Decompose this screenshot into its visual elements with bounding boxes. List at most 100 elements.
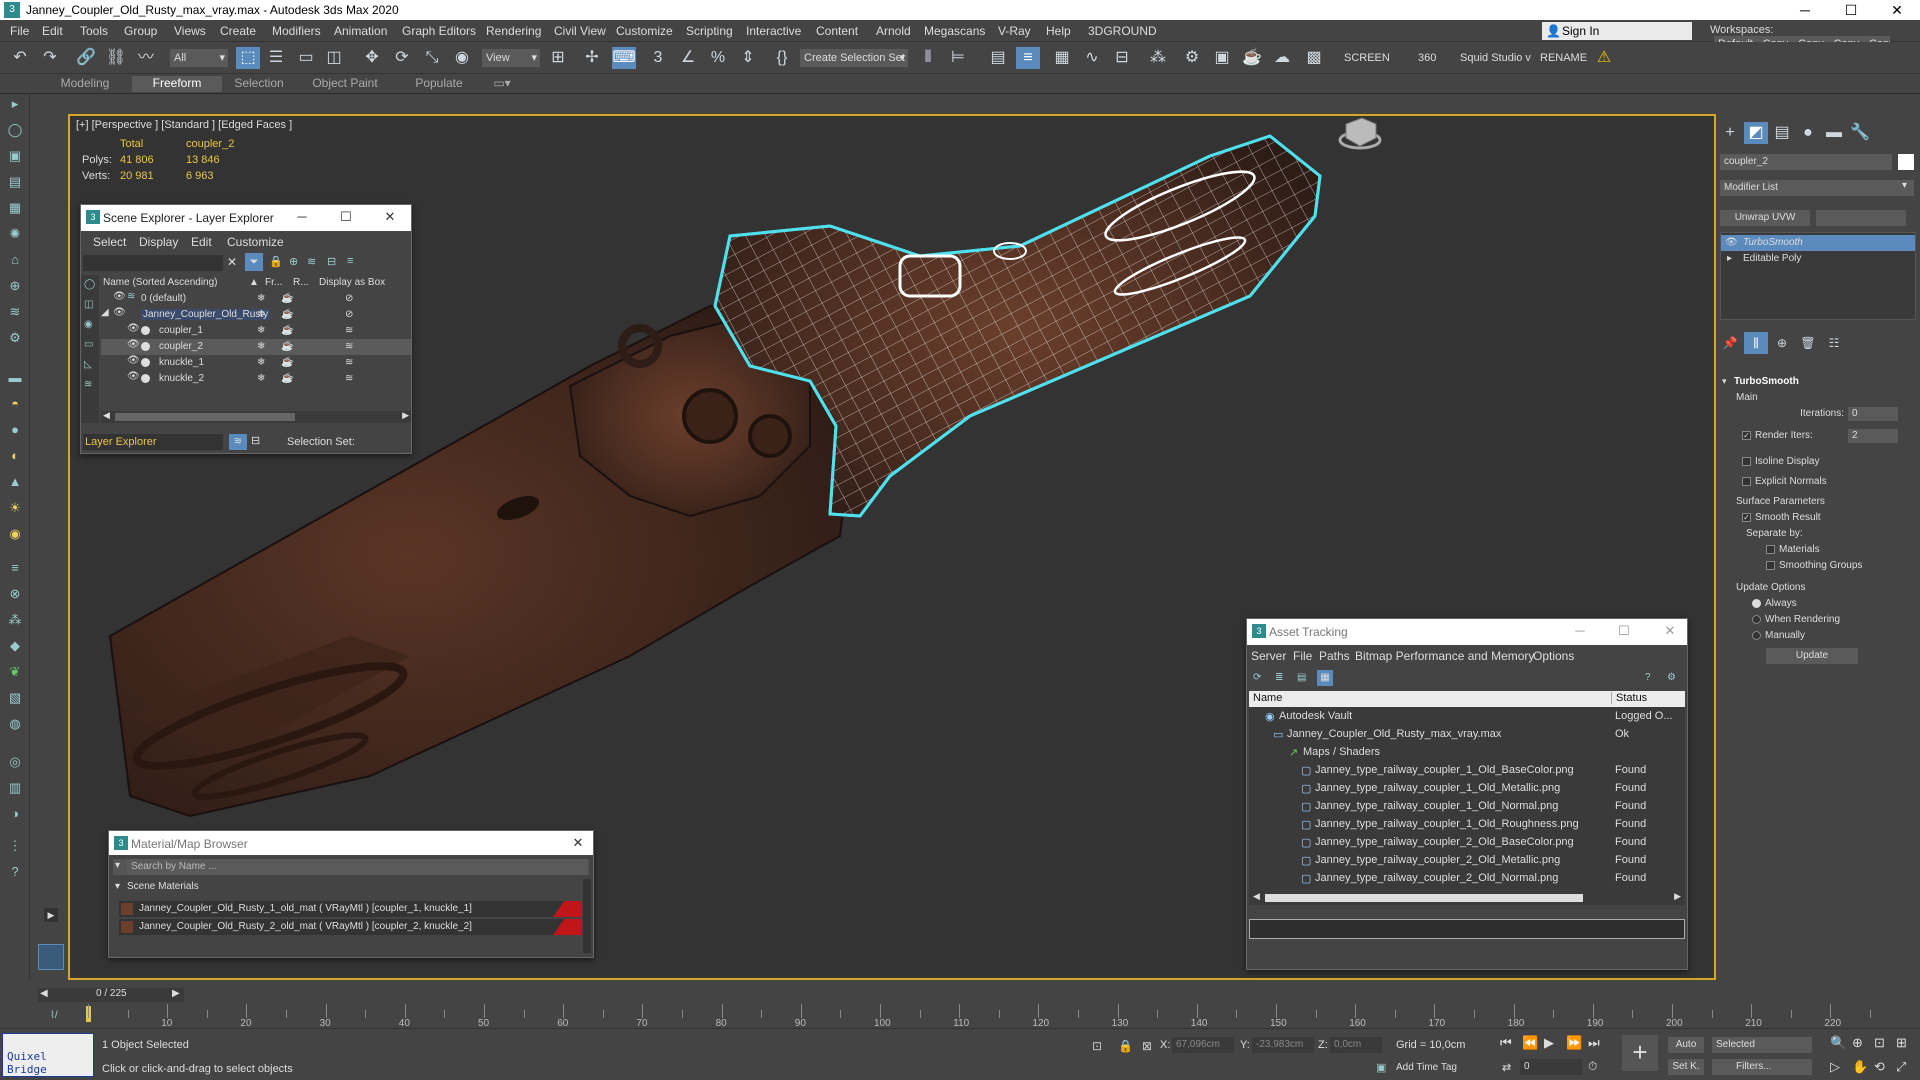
percent-snap-icon[interactable]: % <box>706 47 730 69</box>
freeze-icon[interactable]: ❄ <box>257 293 265 304</box>
turbosmooth-rollout[interactable]: TurboSmooth <box>1734 376 1799 387</box>
hierarchy-tab-icon[interactable]: ▤ <box>1770 122 1794 144</box>
camera-icon[interactable]: ⌂ <box>5 250 25 270</box>
play-icon[interactable]: ▶ <box>1544 1035 1554 1051</box>
mesh-icon[interactable]: ▧ <box>5 688 25 708</box>
rename-label[interactable]: RENAME <box>1540 52 1587 64</box>
menu-rendering[interactable]: Rendering <box>486 24 541 38</box>
render-teapot-icon[interactable]: ☕ <box>281 293 293 304</box>
material-item[interactable]: Janney_Coupler_Old_Rusty_1_old_mat ( VRa… <box>119 901 581 917</box>
layers-toggle-icon[interactable]: ≋ <box>229 434 247 450</box>
help-icon[interactable]: ? <box>5 862 25 882</box>
maximize-icon[interactable]: ☐ <box>337 209 355 225</box>
utilities-tab-icon[interactable]: 🔧 <box>1848 122 1872 144</box>
curve-editor-icon[interactable]: ∿ <box>1080 47 1104 69</box>
spacewarp-icon[interactable]: ≋ <box>5 302 25 322</box>
asset-row[interactable]: ▢ Janney_type_railway_coupler_1_Old_Metal… <box>1249 781 1685 797</box>
asset-row[interactable]: ▢ Janney_type_railway_coupler_2_Old_Norma… <box>1249 871 1685 887</box>
menu-group[interactable]: Group <box>124 24 157 38</box>
se-col-render[interactable]: R... <box>293 277 309 288</box>
select-by-name-icon[interactable]: ☰ <box>264 47 288 69</box>
key-mode-toggle-icon[interactable]: ⇄ <box>1502 1061 1511 1074</box>
tab-populate[interactable]: Populate <box>394 76 484 92</box>
motion-tab-icon[interactable]: ● <box>1796 122 1820 144</box>
scroll-left-icon[interactable]: ◀ <box>1253 891 1260 902</box>
at-col-name[interactable]: Name <box>1253 692 1282 704</box>
menu-interactive[interactable]: Interactive <box>746 24 801 38</box>
eye-icon[interactable]: 👁 <box>127 323 140 334</box>
grid-view-icon[interactable]: ▦ <box>1317 670 1333 686</box>
se-col-box[interactable]: Display as Box <box>319 277 385 288</box>
fov-icon[interactable]: ▷ <box>1830 1059 1840 1075</box>
asset-row[interactable]: ▢ Janney_type_railway_coupler_1_Old_Rough… <box>1249 817 1685 833</box>
current-frame-field[interactable]: 0 <box>1520 1059 1582 1075</box>
sun-icon[interactable]: ☀ <box>5 498 25 518</box>
at-menu-server[interactable]: Server <box>1251 649 1286 663</box>
selection-lock-icon[interactable]: 🔒 <box>1118 1039 1133 1053</box>
se-col-freeze[interactable]: Fr... <box>265 277 282 288</box>
angle-snap-icon[interactable]: ∠ <box>676 47 700 69</box>
eye-icon[interactable]: 👁 <box>127 339 140 350</box>
key-mode-icon[interactable]: ⌇/ <box>50 1010 58 1021</box>
proxy-icon[interactable]: ⊗ <box>5 584 25 604</box>
screen-label[interactable]: SCREEN <box>1344 52 1390 64</box>
menu-3dground[interactable]: 3DGROUND <box>1088 24 1157 38</box>
tab-freeform[interactable]: Freeform <box>132 76 222 92</box>
render-setup-icon[interactable]: ⚙ <box>1180 47 1204 69</box>
decal-icon[interactable]: ◆ <box>5 636 25 656</box>
hierarchy-toggle-icon[interactable]: ⊟ <box>251 434 260 447</box>
isoline-display-label[interactable]: Isoline Display <box>1742 456 1819 467</box>
app-icon[interactable]: 3 <box>4 2 20 18</box>
help-icon[interactable]: ? <box>1645 672 1651 683</box>
toggle-layer-explorer-icon[interactable]: ≡ <box>1016 47 1040 69</box>
zoom-extents-icon[interactable]: ⊡ <box>1874 1035 1885 1051</box>
modify-tab-icon[interactable]: ◩ <box>1744 122 1768 144</box>
x-coord-field[interactable]: 67,096cm <box>1172 1037 1234 1053</box>
scroll-left-icon[interactable]: ◀ <box>103 410 110 421</box>
toggle-scene-explorer-icon[interactable]: ▤ <box>986 47 1010 69</box>
material-browser-titlebar[interactable]: 3 Material/Map Browser ✕ <box>109 831 593 855</box>
smooth-result-checkbox[interactable]: ✓ <box>1742 512 1751 522</box>
geometry-filter-icon[interactable]: ◯ <box>84 279 95 290</box>
undo-icon[interactable]: ↶ <box>8 47 32 69</box>
new-layer-icon[interactable]: ⊕ <box>289 255 298 268</box>
update-button[interactable]: Update <box>1766 648 1858 664</box>
maximize-viewport-icon[interactable]: ⤢ <box>1896 1059 1906 1075</box>
object-name-input[interactable]: coupler_2 <box>1720 154 1892 170</box>
ambient-icon[interactable]: ◉ <box>5 524 25 544</box>
leaf-icon[interactable]: ❦ <box>5 662 25 682</box>
n360-label[interactable]: 360 <box>1418 52 1436 64</box>
modifier-list-dropdown[interactable]: Modifier List <box>1720 180 1914 196</box>
modifier-button-empty[interactable] <box>1816 210 1906 226</box>
create-tab-icon[interactable]: + <box>1718 122 1742 144</box>
maximize-icon[interactable]: ☐ <box>1615 623 1633 639</box>
menu-customize[interactable]: Customize <box>616 24 673 38</box>
object-row[interactable]: 👁 knuckle_1 ❄ ☕ ≋ <box>101 355 411 371</box>
se-clear-icon[interactable]: ✕ <box>227 255 237 269</box>
go-to-end-icon[interactable]: ⏭ <box>1588 1035 1600 1051</box>
vray-vfb-icon[interactable]: ◎ <box>5 752 25 772</box>
ribbon-toggle-icon[interactable]: ▦ <box>1050 47 1074 69</box>
set-key-icon[interactable]: + <box>1622 1035 1658 1071</box>
asset-row[interactable]: ▢ Janney_type_railway_coupler_1_Old_Norma… <box>1249 799 1685 815</box>
se-menu-display[interactable]: Display <box>139 235 178 249</box>
spinner-snap-icon[interactable]: ⇕ <box>736 47 760 69</box>
scroll-thumb[interactable] <box>115 413 295 421</box>
menu-file[interactable]: File <box>10 24 29 38</box>
explicit-normals-checkbox[interactable] <box>1742 476 1751 486</box>
zoom-icon[interactable]: 🔍 <box>1830 1035 1846 1051</box>
box-icon[interactable]: ▣ <box>5 146 25 166</box>
pan-icon[interactable]: ✋ <box>1852 1059 1868 1075</box>
layers-icon[interactable]: ≡ <box>347 255 353 267</box>
rollout-collapse-icon[interactable]: ▾ <box>1722 376 1727 387</box>
manually-radio[interactable] <box>1752 630 1761 640</box>
box-display-icon[interactable]: ≋ <box>345 373 353 384</box>
minimize-icon[interactable]: ─ <box>1571 623 1589 638</box>
add-time-tag-button[interactable]: Add Time Tag <box>1396 1062 1457 1073</box>
edit-named-sel-icon[interactable]: {} <box>770 47 794 69</box>
asset-row[interactable]: ▢ Janney_type_railway_coupler_1_Old_BaseC… <box>1249 763 1685 779</box>
materials-checkbox[interactable] <box>1766 544 1775 554</box>
close-icon[interactable]: ✕ <box>1661 623 1679 639</box>
scroll-right-icon[interactable]: ▶ <box>402 410 409 421</box>
helper-icon[interactable]: ⊕ <box>5 276 25 296</box>
